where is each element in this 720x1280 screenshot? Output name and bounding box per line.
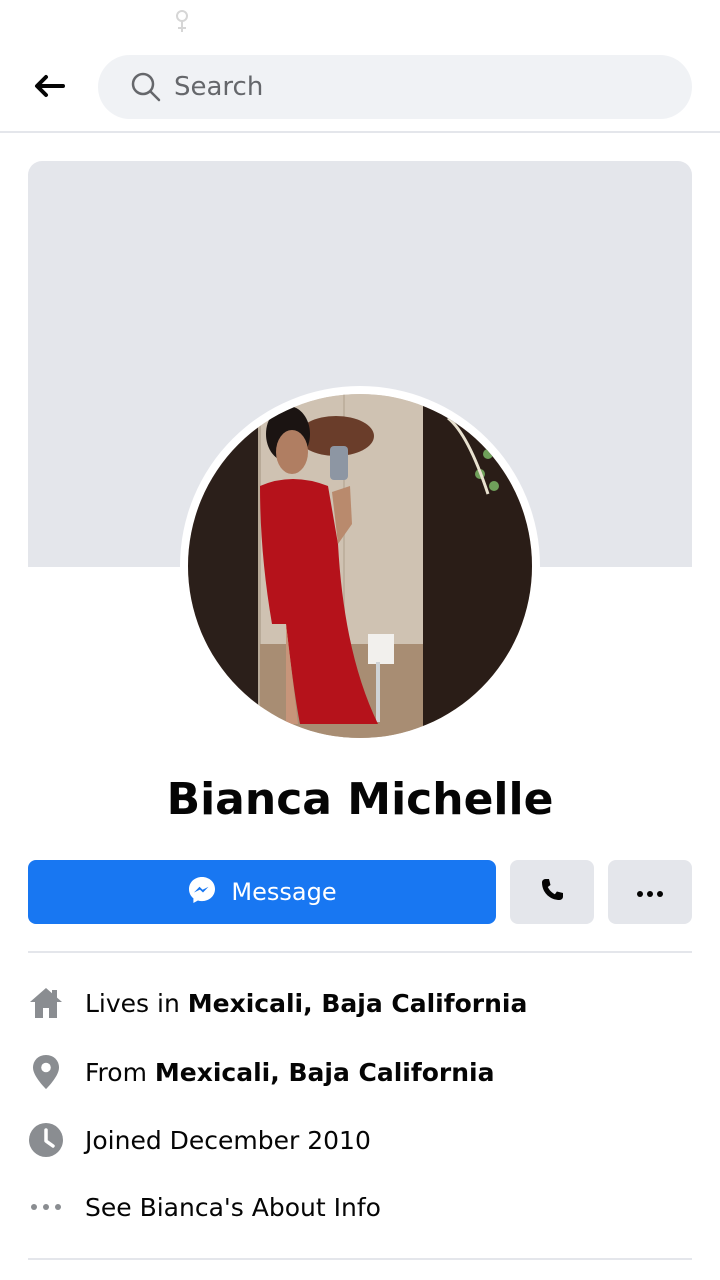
- profile-picture[interactable]: [180, 386, 540, 746]
- clock-icon: [28, 1122, 64, 1158]
- search-icon: [130, 71, 162, 103]
- from-place[interactable]: Mexicali, Baja California: [155, 1058, 495, 1087]
- joined-row: Joined December 2010: [28, 1115, 692, 1165]
- home-icon: [28, 985, 64, 1021]
- search-input[interactable]: [174, 67, 654, 107]
- lives-in-place[interactable]: Mexicali, Baja California: [188, 989, 528, 1018]
- ellipsis-icon: [28, 1189, 64, 1225]
- back-arrow-icon: [33, 74, 65, 102]
- divider: [28, 951, 692, 953]
- call-button[interactable]: [510, 860, 594, 924]
- top-bar: [0, 40, 720, 133]
- joined-text: Joined December 2010: [85, 1125, 371, 1155]
- back-button[interactable]: [24, 68, 74, 108]
- divider: [28, 1258, 692, 1260]
- location-pin-icon: [28, 1054, 64, 1090]
- message-button-label: Message: [231, 878, 337, 906]
- profile-photo: [188, 394, 532, 738]
- more-icon: [636, 883, 664, 902]
- messenger-icon: [187, 875, 217, 909]
- more-options-button[interactable]: [608, 860, 692, 924]
- from-text: From Mexicali, Baja California: [85, 1057, 495, 1087]
- search-box[interactable]: [98, 55, 692, 119]
- message-button[interactable]: Message: [28, 860, 496, 924]
- from-row: From Mexicali, Baja California: [28, 1047, 692, 1097]
- see-about-info-link[interactable]: See Bianca's About Info: [28, 1182, 692, 1232]
- status-bar: [0, 0, 720, 40]
- notification-icon: [172, 8, 192, 34]
- lives-in-row: Lives in Mexicali, Baja California: [28, 978, 692, 1028]
- lives-in-text: Lives in Mexicali, Baja California: [85, 988, 528, 1018]
- see-about-info-label: See Bianca's About Info: [85, 1192, 381, 1222]
- phone-icon: [538, 876, 566, 908]
- profile-name: Bianca Michelle: [166, 774, 554, 825]
